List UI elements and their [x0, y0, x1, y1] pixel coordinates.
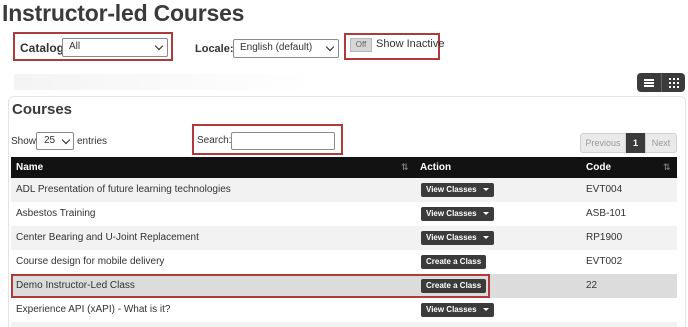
column-header-action: Action [420, 162, 452, 173]
page-title: Instructor-led Courses [2, 0, 245, 26]
view-classes-button[interactable]: View Classes [421, 231, 494, 245]
column-header-code[interactable]: Code [586, 162, 611, 173]
show-inactive-toggle[interactable]: Off [350, 38, 372, 52]
grid-view-button[interactable] [661, 73, 685, 92]
column-header-name[interactable]: Name [16, 162, 43, 173]
course-code: 22 [586, 280, 598, 291]
show-inactive-label: Show Inactive [376, 38, 445, 50]
view-classes-button[interactable]: View Classes [421, 207, 494, 221]
action-label: View Classes [426, 209, 477, 218]
table-row: Course design for mobile delivery Create… [11, 250, 677, 274]
next-page-button[interactable]: Next [645, 133, 677, 153]
create-class-button[interactable]: Create a Class [421, 255, 487, 269]
table-header: Name ⇅ Action Code ⇅ [11, 157, 677, 178]
chevron-down-icon [154, 41, 164, 51]
section-title: Courses [12, 101, 73, 118]
entries-select-value: 25 [44, 135, 56, 146]
action-label: View Classes [426, 185, 477, 194]
page-1-button[interactable]: 1 [626, 133, 645, 153]
course-code: ASB-101 [586, 208, 627, 219]
course-code: EVT004 [586, 184, 623, 195]
locale-select-value: English (default) [240, 42, 313, 53]
grid-icon [668, 77, 679, 88]
search-input[interactable] [231, 132, 335, 150]
caret-down-icon [482, 236, 489, 240]
course-name: Experience API (xAPI) - What is it? [16, 304, 171, 315]
previous-page-button[interactable]: Previous [580, 133, 626, 153]
course-code: EVT002 [586, 256, 623, 267]
catalog-label: Catalog: [20, 41, 68, 55]
list-icon [644, 78, 654, 87]
table-row: Experience API (xAPI) - What is it? View… [11, 298, 677, 322]
view-classes-button[interactable]: View Classes [421, 303, 494, 317]
action-label: Create a Class [426, 257, 482, 266]
list-view-button[interactable] [637, 73, 661, 92]
locale-select[interactable]: English (default) [233, 39, 339, 58]
chevron-down-icon [325, 42, 335, 52]
course-name: Asbestos Training [16, 208, 96, 219]
entries-select[interactable]: 25 [36, 132, 74, 150]
sort-icon[interactable]: ⇅ [401, 162, 408, 173]
course-code: RP1900 [586, 232, 623, 243]
course-name: ADL Presentation of future learning tech… [16, 184, 231, 195]
demo-row-highlight [11, 274, 490, 298]
table-row [11, 322, 677, 327]
catalog-select-value: All [69, 41, 81, 52]
show-label: Show [11, 136, 37, 147]
caret-down-icon [482, 308, 489, 312]
faded-background-text [14, 74, 314, 90]
view-mode-group [637, 73, 685, 92]
chevron-down-icon [61, 135, 71, 145]
search-label: Search: [197, 135, 232, 146]
catalog-select[interactable]: All [62, 38, 168, 57]
course-name: Course design for mobile delivery [16, 256, 165, 267]
table-row: Center Bearing and U-Joint Replacement V… [11, 226, 677, 250]
sort-icon[interactable]: ⇅ [663, 162, 670, 173]
action-label: View Classes [426, 233, 477, 242]
locale-label: Locale: [195, 43, 234, 55]
view-classes-button[interactable]: View Classes [421, 183, 494, 197]
action-label: View Classes [426, 305, 477, 314]
course-name: Center Bearing and U-Joint Replacement [16, 232, 199, 243]
table-row: Asbestos Training View Classes ASB-101 [11, 202, 677, 226]
caret-down-icon [482, 212, 489, 216]
entries-label: entries [77, 136, 108, 147]
caret-down-icon [482, 188, 489, 192]
table-row: ADL Presentation of future learning tech… [11, 178, 677, 202]
